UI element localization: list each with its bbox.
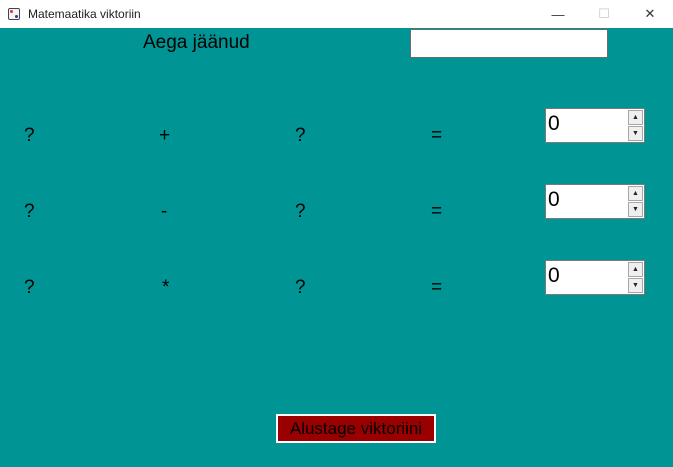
app-window: Matemaatika viktoriin — ☐ ✕ Aega jäänud … (0, 0, 673, 467)
start-quiz-button[interactable]: Alustage viktoriini (276, 414, 436, 443)
addition-right-operand: ? (295, 125, 306, 146)
window-controls: — ☐ ✕ (535, 0, 673, 28)
multiplication-answer-value[interactable]: 0 (548, 264, 560, 288)
stepper-up-icon[interactable]: ▲ (628, 262, 643, 277)
close-button[interactable]: ✕ (627, 0, 673, 28)
time-left-label: Aega jäänud (143, 32, 250, 53)
subtraction-operator: - (161, 201, 168, 222)
addition-operator: + (159, 125, 171, 146)
title-bar: Matemaatika viktoriin — ☐ ✕ (0, 0, 673, 28)
subtraction-answer-stepper[interactable]: 0 ▲ ▼ (545, 184, 645, 219)
stepper-up-icon[interactable]: ▲ (628, 110, 643, 125)
subtraction-right-operand: ? (295, 201, 306, 222)
addition-left-operand: ? (24, 125, 35, 146)
addition-stepper-buttons: ▲ ▼ (628, 110, 643, 141)
multiplication-operator: * (162, 277, 170, 298)
multiplication-stepper-buttons: ▲ ▼ (628, 262, 643, 293)
window-title: Matemaatika viktoriin (28, 7, 141, 21)
multiplication-answer-stepper[interactable]: 0 ▲ ▼ (545, 260, 645, 295)
maximize-button: ☐ (598, 6, 610, 21)
minimize-button[interactable]: — (535, 0, 581, 28)
multiplication-right-operand: ? (295, 277, 306, 298)
subtraction-answer-value[interactable]: 0 (548, 188, 560, 212)
multiplication-equals: = (431, 277, 443, 298)
multiplication-left-operand: ? (24, 277, 35, 298)
addition-equals: = (431, 125, 443, 146)
addition-answer-value[interactable]: 0 (548, 112, 560, 136)
stepper-down-icon[interactable]: ▼ (628, 202, 643, 217)
stepper-down-icon[interactable]: ▼ (628, 126, 643, 141)
subtraction-equals: = (431, 201, 443, 222)
stepper-up-icon[interactable]: ▲ (628, 186, 643, 201)
app-icon (8, 8, 20, 20)
stepper-down-icon[interactable]: ▼ (628, 278, 643, 293)
time-left-field (410, 29, 608, 58)
quiz-panel: Aega jäänud ? + ? = 0 ▲ ▼ ? - ? = 0 ▲ ▼ … (0, 28, 673, 467)
subtraction-left-operand: ? (24, 201, 35, 222)
subtraction-stepper-buttons: ▲ ▼ (628, 186, 643, 217)
addition-answer-stepper[interactable]: 0 ▲ ▼ (545, 108, 645, 143)
